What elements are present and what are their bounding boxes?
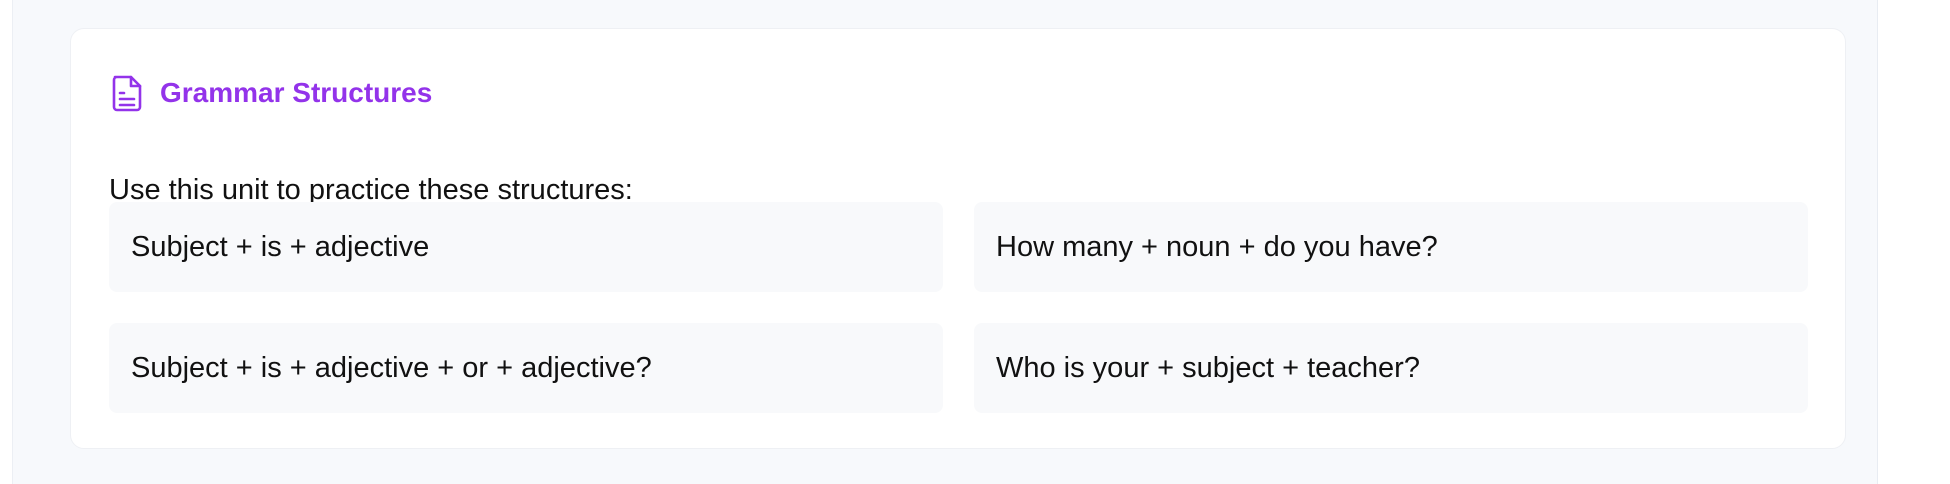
card-title: Grammar Structures (160, 77, 433, 108)
structure-item: Subject + is + adjective (109, 202, 943, 292)
structure-item: Subject + is + adjective + or + adjectiv… (109, 323, 943, 413)
card-header: Grammar Structures (110, 73, 432, 113)
document-text-icon (110, 73, 144, 113)
page: Grammar Structures Use this unit to prac… (0, 0, 1950, 484)
structure-item: How many + noun + do you have? (974, 202, 1808, 292)
grammar-structures-card: Grammar Structures Use this unit to prac… (70, 28, 1846, 449)
structure-item: Who is your + subject + teacher? (974, 323, 1808, 413)
content-panel: Grammar Structures Use this unit to prac… (12, 0, 1878, 484)
